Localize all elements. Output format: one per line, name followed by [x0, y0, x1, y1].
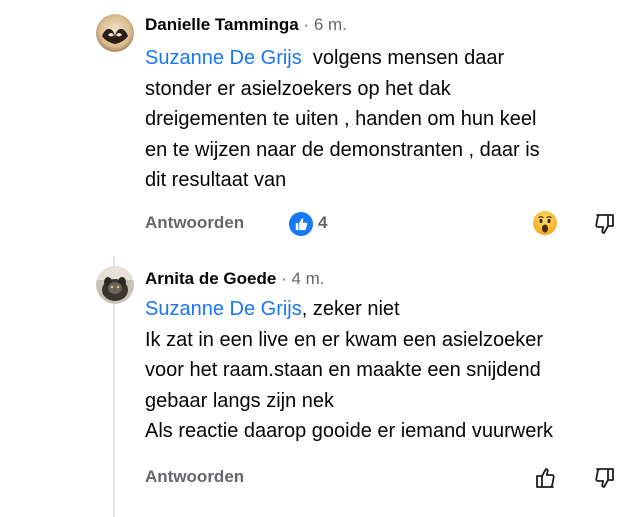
comment-line: Suzanne De Grijs volgens mensen daar: [145, 43, 625, 74]
comment-line: Suzanne De Grijs, zeker niet: [145, 294, 625, 325]
mention-link[interactable]: Suzanne De Grijs: [145, 47, 302, 69]
comment-body: Suzanne De Grijs volgens mensen daar sto…: [145, 43, 625, 196]
author-name[interactable]: Arnita de Goede: [145, 269, 276, 288]
comment-line: dreigementen te uiten , handen om hun ke…: [145, 108, 537, 130]
comment-line: Als reactie daarop gooide er iemand vuur…: [145, 420, 553, 442]
comment-body: Suzanne De Grijs, zeker niet Ik zat in e…: [145, 294, 625, 447]
avatar[interactable]: [96, 14, 134, 52]
comment-header: Arnita de Goede · 4 m.: [145, 269, 325, 289]
comment-line: gebaar langs zijn nek: [145, 389, 335, 412]
avatar[interactable]: [96, 266, 134, 304]
thumbs-down-icon[interactable]: [591, 464, 619, 492]
comment-line: dit resultaat van: [145, 169, 287, 191]
wow-emoji-icon[interactable]: [532, 210, 558, 236]
mention-link[interactable]: Suzanne De Grijs: [145, 298, 302, 320]
comment-line: en te wijzen naar de demonstranten , daa…: [145, 138, 540, 161]
comment-text: , zeker niet: [301, 298, 400, 320]
like-count[interactable]: 4: [318, 213, 327, 233]
comment-actions: Antwoorden: [145, 467, 244, 487]
separator: ·: [281, 269, 287, 288]
comment-text: volgens mensen daar: [312, 47, 505, 69]
comment-line: Ik zat in een live en er kwam een asielz…: [145, 328, 543, 351]
thumbs-down-icon[interactable]: [591, 210, 619, 238]
timestamp[interactable]: 4 m.: [291, 269, 324, 288]
timestamp[interactable]: 6 m.: [314, 15, 347, 34]
author-name[interactable]: Danielle Tamminga: [145, 15, 299, 34]
reply-button[interactable]: Antwoorden: [145, 467, 244, 486]
comment-line: stonder er asielzoekers op het dak: [145, 77, 451, 100]
comment-line: voor het raam.staan en maakte een snijde…: [145, 359, 541, 381]
separator: ·: [303, 15, 310, 34]
comment-actions: Antwoorden: [145, 213, 244, 233]
reply-button[interactable]: Antwoorden: [145, 213, 244, 232]
thumbs-up-badge-icon[interactable]: [289, 212, 313, 236]
comment-header: Danielle Tamminga · 6 m.: [145, 15, 347, 35]
thumbs-up-icon[interactable]: [531, 464, 559, 492]
